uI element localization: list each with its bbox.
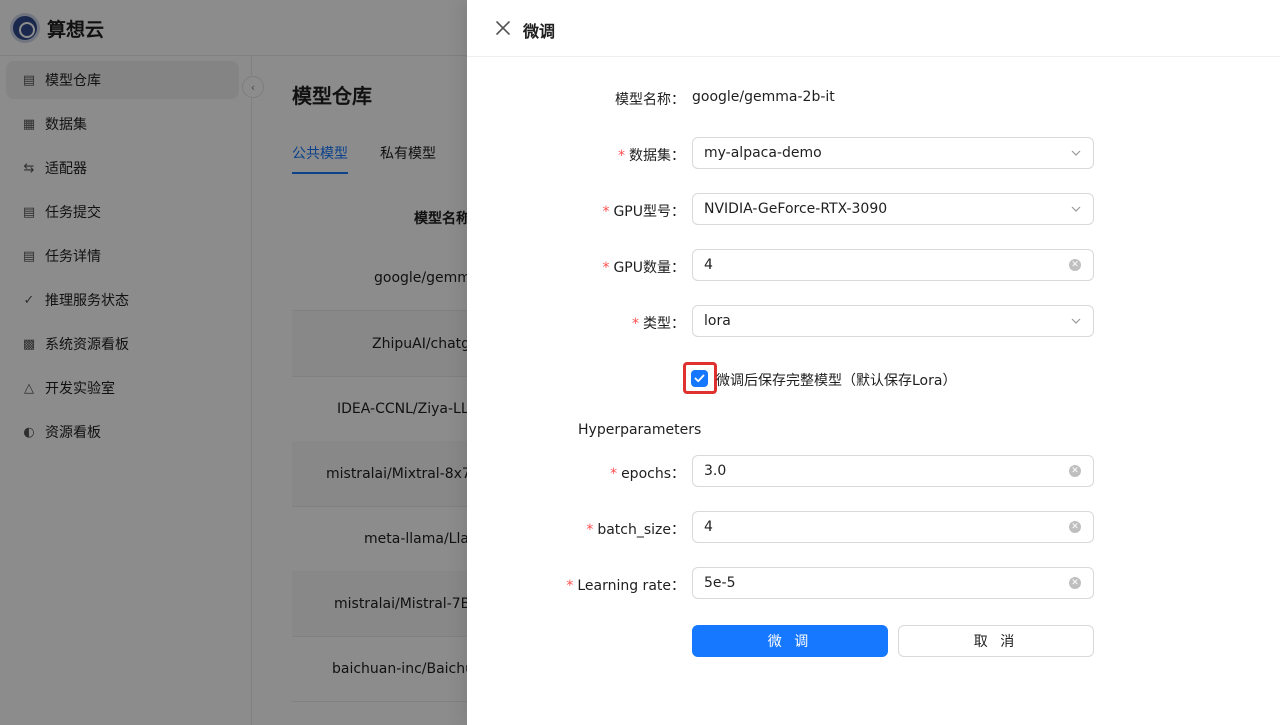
checkmark-icon bbox=[694, 374, 705, 383]
learning-rate-input[interactable]: 5e-5 ✕ bbox=[692, 567, 1094, 599]
epochs-input[interactable]: 3.0 ✕ bbox=[692, 455, 1094, 487]
model-name-label: 模型名称： bbox=[615, 92, 685, 108]
clear-icon[interactable]: ✕ bbox=[1069, 521, 1081, 533]
gpu-type-label: * GPU型号： bbox=[602, 204, 685, 220]
model-name-value: google/gemma-2b-it bbox=[692, 89, 835, 105]
drawer-header: 微调 bbox=[467, 0, 1280, 57]
batch-size-label: * batch_size： bbox=[586, 522, 685, 538]
clear-icon[interactable]: ✕ bbox=[1069, 465, 1081, 477]
gpu-count-label: * GPU数量： bbox=[602, 260, 685, 276]
cancel-button[interactable]: 取 消 bbox=[898, 625, 1094, 657]
modal-overlay[interactable] bbox=[0, 0, 467, 725]
type-label: * 类型： bbox=[632, 316, 685, 332]
save-full-model-label[interactable]: 微调后保存完整模型（默认保存Lora） bbox=[716, 370, 956, 390]
drawer-title: 微调 bbox=[523, 22, 556, 41]
chevron-down-icon bbox=[1071, 150, 1081, 156]
gpu-type-select[interactable]: NVIDIA-GeForce-RTX-3090 bbox=[692, 193, 1094, 225]
type-select[interactable]: lora bbox=[692, 305, 1094, 337]
save-full-model-checkbox[interactable] bbox=[691, 370, 708, 387]
clear-icon[interactable]: ✕ bbox=[1069, 577, 1081, 589]
learning-rate-label: * Learning rate： bbox=[566, 578, 685, 594]
chevron-down-icon bbox=[1071, 206, 1081, 212]
batch-size-input[interactable]: 4 ✕ bbox=[692, 511, 1094, 543]
finetune-drawer: 微调 模型名称： google/gemma-2b-it * 数据集： my-alp… bbox=[467, 0, 1280, 725]
dataset-select[interactable]: my-alpaca-demo bbox=[692, 137, 1094, 169]
finetune-submit-button[interactable]: 微 调 bbox=[692, 625, 888, 657]
close-icon[interactable] bbox=[495, 20, 511, 36]
chevron-down-icon bbox=[1071, 318, 1081, 324]
epochs-label: * epochs： bbox=[610, 466, 685, 482]
hyperparameters-heading: Hyperparameters bbox=[578, 422, 702, 438]
gpu-count-input[interactable]: 4 ✕ bbox=[692, 249, 1094, 281]
dataset-label: * 数据集： bbox=[618, 148, 685, 164]
clear-icon[interactable]: ✕ bbox=[1069, 259, 1081, 271]
